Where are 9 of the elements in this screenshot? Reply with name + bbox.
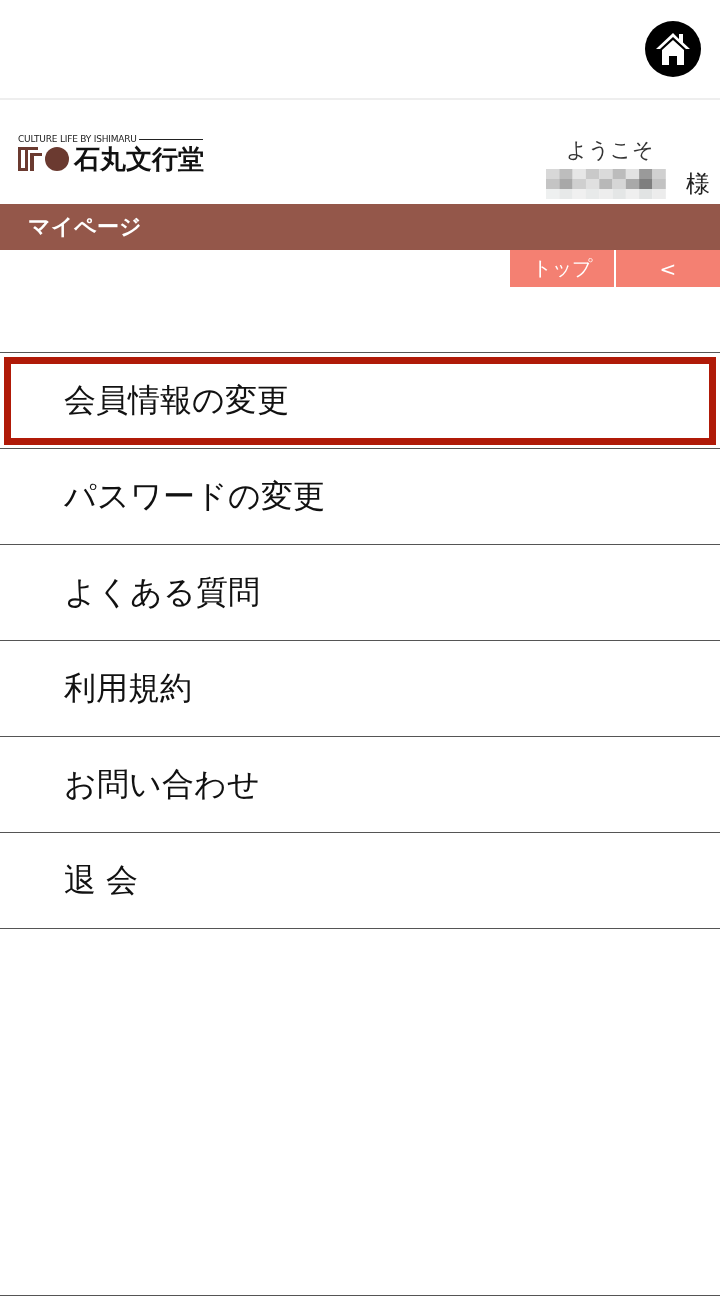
page-title: マイページ: [28, 213, 142, 241]
welcome-text: ようこそ: [566, 137, 654, 164]
home-icon: [654, 31, 692, 67]
blurred-name-icon: [546, 169, 666, 199]
logo-tagline: CULTURE LIFE BY ISHIMARU: [18, 134, 137, 144]
logo-name: 石丸文行堂: [74, 146, 204, 172]
honorific-text: 様: [686, 169, 710, 200]
logo-mark-icon: [18, 147, 70, 171]
home-button[interactable]: [645, 21, 701, 77]
